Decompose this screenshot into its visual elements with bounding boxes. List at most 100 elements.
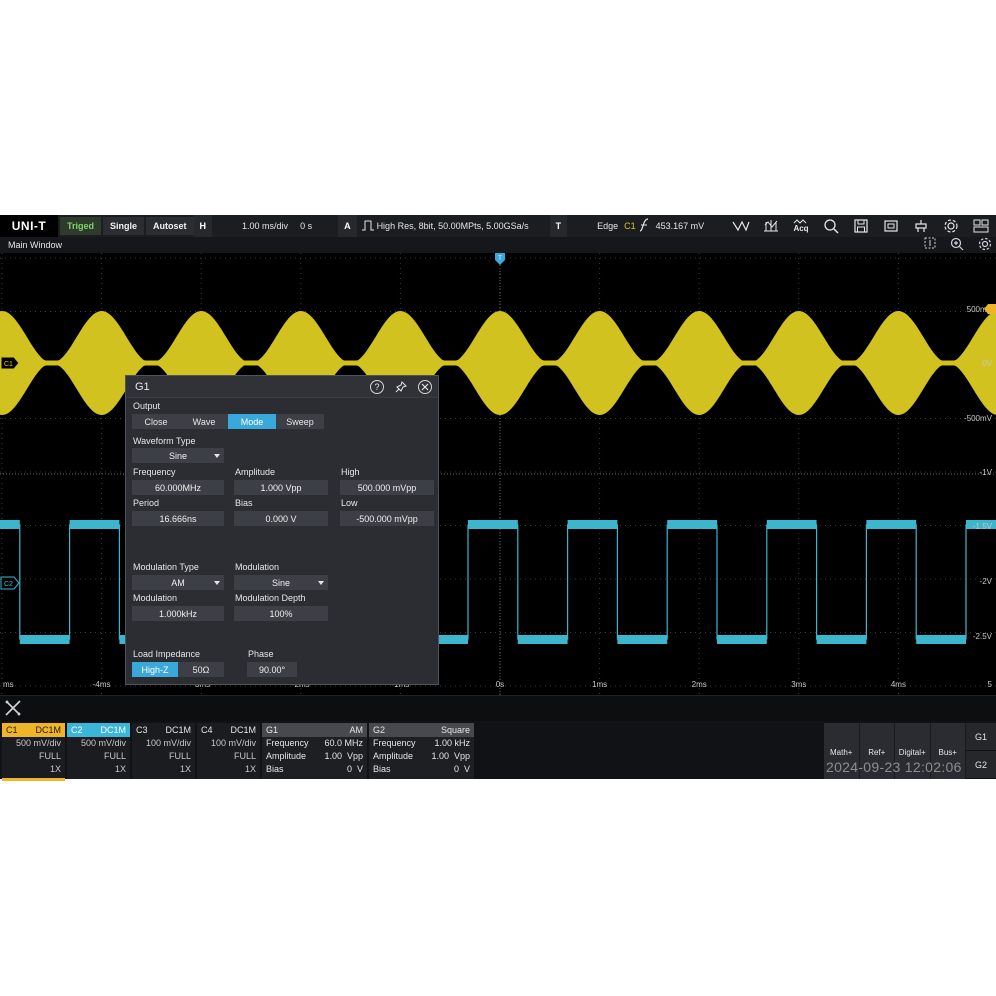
frequency-field[interactable]: 60.000MHz [132,480,224,495]
timebase-value[interactable]: 1.00 ms/div [236,221,294,231]
trigger-type[interactable]: Edge [591,221,622,231]
channel-c3-bandwidth: FULL [168,751,191,761]
settings-icon[interactable] [936,215,966,237]
rising-edge-icon [638,217,650,235]
waveform-type-dropdown[interactable]: Sine [132,448,224,463]
modulation-wave-dropdown[interactable]: Sine [234,575,328,590]
period-label: Period [133,498,160,508]
trigger-level[interactable]: 453.167 mV [650,221,711,231]
load-50ohm-option[interactable]: 50Ω [178,662,224,677]
screenshot-icon[interactable] [876,215,906,237]
voltage-label: -500mV [964,414,993,423]
generator-g1-freq: 60.0 MHz [324,738,363,748]
pin-icon[interactable] [394,380,408,394]
channel-c4-bandwidth: FULL [233,751,256,761]
generator-g2-amp-label: Amplitude [373,751,414,761]
channel-c3-panel[interactable]: C3 DC1M 100 mV/div FULL 1X [132,723,195,779]
g1-button[interactable]: G1 [966,723,996,751]
save-icon[interactable] [846,215,876,237]
high-field[interactable]: 500.000 mVpp [340,480,434,495]
channel-c1-scale: 500 mV/div [15,738,61,748]
acq-icon[interactable]: Acq [786,215,816,237]
trigger-source[interactable]: C1 [622,221,638,231]
horizontal-section-label[interactable]: H [193,215,213,237]
wave-icon[interactable] [726,215,756,237]
trigger-section-label[interactable]: T [549,215,568,237]
low-label: Low [341,498,358,508]
modulation-type-dropdown[interactable]: AM [132,575,224,590]
generator-g2-amp: 1.00 [431,751,449,761]
dialog-title: G1 [135,380,150,393]
channel-c1-panel[interactable]: C1 DC1M 500 mV/div FULL 1X [2,723,65,781]
generator-g1-amp-unit: Vpp [346,751,363,761]
channel-c2-panel[interactable]: C2 DC1M 500 mV/div FULL 1X [67,723,130,779]
generator-g1-freq-label: Frequency [266,738,309,748]
chevron-down-icon [214,581,220,585]
high-label: High [341,467,360,477]
help-icon[interactable]: ? [370,380,384,394]
measure-icon[interactable] [756,215,786,237]
time-label: ms [3,680,14,689]
window-settings-icon[interactable] [978,237,992,254]
generator-g2-bias: 0 [453,764,459,774]
display-icon[interactable] [966,215,996,237]
load-impedance-label: Load Impedance [133,649,201,659]
autoset-button[interactable]: Autoset [146,217,194,235]
trigger-status-button[interactable]: Triged [60,217,102,235]
channel-c2-bandwidth: FULL [103,751,126,761]
horizontal-offset-value[interactable]: 0 s [294,221,334,231]
acquire-section-label[interactable]: A [338,215,357,237]
generator-g1-panel[interactable]: G1 AM Frequency 60.0 MHz Amplitude 1.00 Vp… [262,723,367,779]
low-field[interactable]: -500.000 mVpp [340,511,434,526]
generator-g2-name: G2 [373,725,386,735]
output-mode-option[interactable]: Mode [228,414,276,429]
chevron-down-icon [318,581,324,585]
c2-high-level [468,520,518,529]
generator-g2-panel[interactable]: G2 Square Frequency 1.00 kHz Amplitude 1.0… [369,723,474,779]
acquisition-info[interactable]: High Res, 8bit, 50.00MPts, 5.00GSa/s [375,221,550,231]
frequency-label: Frequency [133,467,176,477]
channel-c4-scale: 100 mV/div [210,738,256,748]
generator-g1-amp-label: Amplitude [266,751,307,761]
g2-button[interactable]: G2 [966,751,996,779]
output-wave-option[interactable]: Wave [180,414,228,429]
c2-high-level [667,520,717,529]
modulation-wave-label: Modulation [235,562,280,572]
generator-g1-bias-unit: V [356,764,363,774]
modulation-frequency-field[interactable]: 1.000kHz [132,606,224,621]
generator-g1-bias-label: Bias [266,764,284,774]
channel-c3-coupling: DC1M [165,725,191,735]
c2-high-level [766,520,817,529]
channel-c2-name: C2 [71,725,83,735]
phase-label: Phase [248,649,274,659]
output-sweep-option[interactable]: Sweep [276,414,324,429]
output-close-option[interactable]: Close [132,414,180,429]
high-res-icon [357,218,375,234]
voltage-label: -1V [980,468,993,477]
utility-icon[interactable] [906,215,936,237]
c2-low-level [816,635,867,644]
c1-marker-label: C1 [4,361,13,368]
bias-label: Bias [235,498,253,508]
region-select-icon[interactable] [924,237,936,254]
period-field[interactable]: 16.666ns [132,511,224,526]
amplitude-field[interactable]: 1.000 Vpp [234,480,328,495]
modulation-depth-field[interactable]: 100% [234,606,328,621]
modulation-type-value: AM [171,577,185,588]
zoom-in-icon[interactable] [950,237,964,254]
close-icon[interactable] [418,380,432,394]
channel-c4-panel[interactable]: C4 DC1M 100 mV/div FULL 1X [197,723,260,779]
c2-low-level [717,635,767,644]
phase-field[interactable]: 90.00° [247,662,297,677]
tools-icon[interactable] [4,699,22,722]
voltage-label: -1.5V [973,522,993,531]
bias-field[interactable]: 0.000 V [234,511,328,526]
single-button[interactable]: Single [103,217,145,235]
modulation-depth-label: Modulation Depth [235,593,306,603]
channel-c3-scale: 100 mV/div [145,738,191,748]
voltage-label: 0V [982,359,992,368]
channel-c4-probe: 1X [244,764,256,774]
load-highz-option[interactable]: High-Z [132,662,178,677]
search-icon[interactable] [816,215,846,237]
channel-c1-name: C1 [6,725,18,735]
